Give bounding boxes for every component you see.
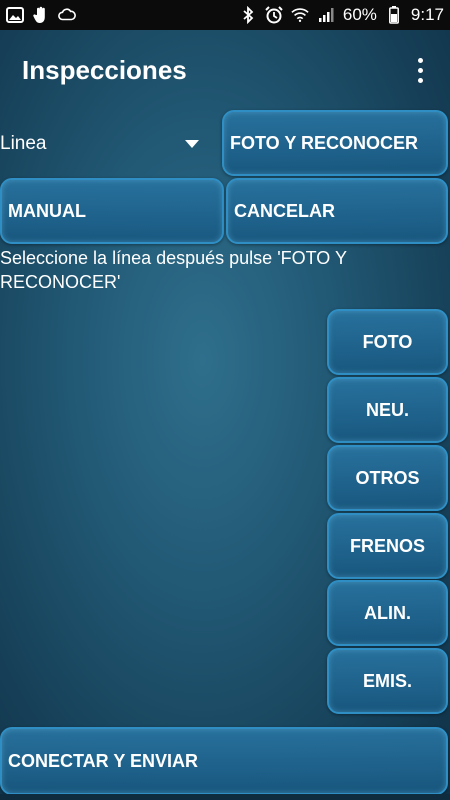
battery-percent: 60% <box>342 5 377 24</box>
battery-icon <box>385 6 403 24</box>
bluetooth-icon <box>239 6 257 24</box>
cancel-button[interactable]: CANCELAR <box>226 178 448 244</box>
manual-label: MANUAL <box>8 200 86 221</box>
instruction-text: Seleccione la línea después pulse 'FOTO … <box>0 248 347 292</box>
side-button-label: EMIS. <box>362 670 412 691</box>
side-button-emis[interactable]: EMIS. <box>327 648 448 714</box>
side-button-label: OTROS <box>355 467 420 488</box>
connect-send-label: CONECTAR Y ENVIAR <box>8 750 199 771</box>
status-bar: 60% 9:17 <box>0 0 450 30</box>
line-select-value: Linea <box>0 133 47 154</box>
side-button-label: NEU. <box>365 399 409 420</box>
connect-send-button[interactable]: CONECTAR Y ENVIAR <box>0 727 448 795</box>
signal-icon <box>317 6 335 24</box>
status-bar-left <box>6 6 76 24</box>
side-button-otros[interactable]: OTROS <box>327 445 448 511</box>
gallery-icon <box>6 6 24 24</box>
photo-recognize-button[interactable]: FOTO Y RECONOCER <box>222 110 448 176</box>
status-bar-right: 60% 9:17 <box>239 5 444 25</box>
side-button-foto[interactable]: FOTO <box>327 309 448 375</box>
side-button-neu[interactable]: NEU. <box>327 377 448 443</box>
photo-recognize-label: FOTO Y RECONOCER <box>230 132 419 153</box>
wifi-icon <box>291 6 309 24</box>
side-button-label: FOTO <box>362 331 413 352</box>
side-button-label: ALIN. <box>364 602 411 623</box>
line-select[interactable]: Linea <box>0 118 215 170</box>
side-button-label: FRENOS <box>349 535 425 556</box>
bottom-strip <box>0 794 450 800</box>
hand-icon <box>32 6 50 24</box>
dropdown-arrow-icon <box>185 140 199 148</box>
side-button-frenos[interactable]: FRENOS <box>327 513 448 579</box>
side-button-alin[interactable]: ALIN. <box>327 580 448 646</box>
manual-button[interactable]: MANUAL <box>0 178 224 244</box>
app-title: Inspecciones <box>22 54 187 85</box>
alarm-icon <box>265 6 283 24</box>
cancel-label: CANCELAR <box>234 200 335 221</box>
app-bar: Inspecciones <box>0 30 450 110</box>
cloud-icon <box>58 6 76 24</box>
more-options-icon[interactable] <box>408 50 432 90</box>
clock: 9:17 <box>410 5 444 24</box>
